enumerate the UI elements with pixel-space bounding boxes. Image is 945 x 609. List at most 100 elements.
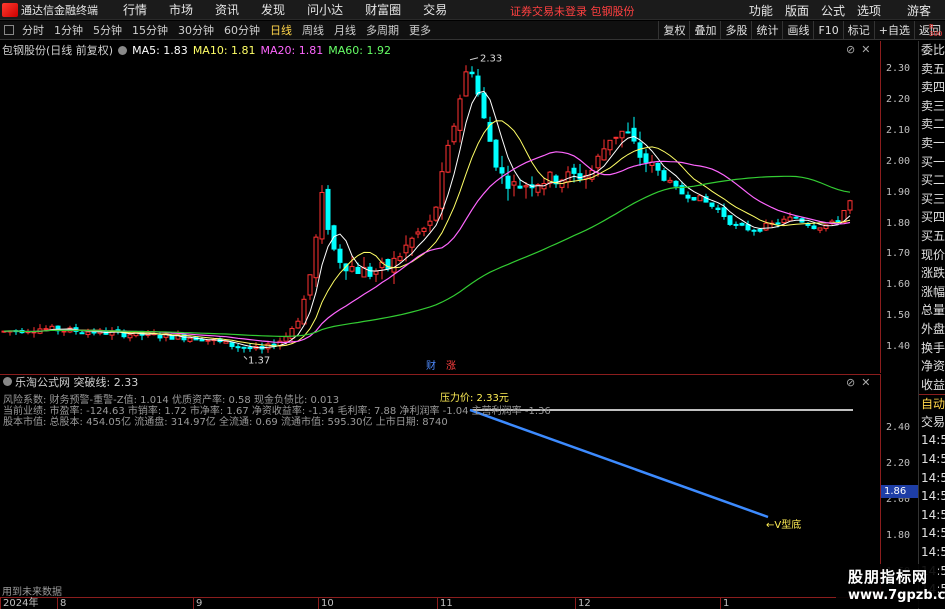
period-weekly[interactable]: 周线: [297, 22, 329, 38]
menu-wealth[interactable]: 财富圈: [354, 1, 412, 18]
login-notice[interactable]: 证券交易未登录 包钢股份: [510, 3, 635, 19]
sidebar-item[interactable]: 卖二: [919, 115, 945, 134]
candle-body: [337, 248, 343, 263]
candle-body: [409, 237, 415, 248]
candle-body: [763, 222, 769, 231]
main-candlestick-chart[interactable]: 2.33 1.37 财涨: [0, 41, 880, 373]
sidebar-item[interactable]: 14:56: [919, 487, 945, 506]
overlay-button[interactable]: 叠加: [689, 21, 720, 40]
price-axis: 2.30 2.20 2.10 2.00 1.90 1.80 1.70 1.60 1.50 1.40: [880, 41, 918, 373]
sidebar-item[interactable]: 卖三: [919, 97, 945, 116]
candle-body: [817, 227, 823, 231]
sidebar-item[interactable]: 买三: [919, 190, 945, 209]
sidebar-item[interactable]: 14:56: [919, 450, 945, 469]
sidebar-item[interactable]: 卖一: [919, 134, 945, 153]
candle-body: [481, 92, 487, 119]
candle-body: [325, 188, 331, 230]
period-intraday[interactable]: 分时: [17, 22, 49, 38]
guest-login[interactable]: 游客: [901, 2, 937, 19]
candle-body: [757, 228, 763, 232]
sidebar-item[interactable]: 自动: [919, 394, 945, 413]
sidebar-item[interactable]: 14:56: [919, 469, 945, 488]
candle-body: [847, 200, 853, 211]
period-more[interactable]: 更多: [404, 22, 436, 38]
menu-ask[interactable]: 问小达: [296, 1, 354, 18]
candle-body: [319, 191, 325, 240]
period-1min[interactable]: 1分钟: [49, 22, 88, 38]
candle-body: [643, 153, 649, 163]
sidebar-item[interactable]: 14:56: [919, 506, 945, 525]
sidebar-item[interactable]: 交易: [919, 413, 945, 432]
candle-body: [313, 236, 319, 279]
f10-button[interactable]: F10: [813, 21, 842, 40]
sidebar-item[interactable]: 外盘: [919, 320, 945, 339]
sidebar-item[interactable]: 收益: [919, 376, 945, 395]
sub-expand-icon[interactable]: ⊘: [846, 376, 855, 389]
menu-market[interactable]: 市场: [158, 1, 204, 18]
candle-body: [391, 257, 397, 273]
candle-body: [463, 71, 469, 97]
period-30min[interactable]: 30分钟: [173, 22, 219, 38]
candle-body: [307, 274, 313, 296]
candle-body: [685, 194, 691, 199]
grid-icon[interactable]: [4, 25, 14, 35]
menu-quotes[interactable]: 行情: [112, 1, 158, 18]
menu-function[interactable]: 功能: [743, 2, 779, 19]
app-logo-icon: [2, 2, 18, 17]
sidebar-item[interactable]: 卖五: [919, 60, 945, 79]
date-tick: 8: [57, 598, 66, 609]
sidebar-item[interactable]: 总量: [919, 301, 945, 320]
price-tick: 2.20: [886, 93, 911, 105]
period-5min[interactable]: 5分钟: [88, 22, 127, 38]
menu-discover[interactable]: 发现: [250, 1, 296, 18]
chart-toolbar: 复权 叠加 多股 统计 画线 F10 标记 +自选 返回: [658, 21, 945, 40]
candle-body: [739, 222, 745, 226]
candle-body: [289, 328, 295, 339]
sidebar-item[interactable]: 现价: [919, 246, 945, 265]
sidebar-item[interactable]: 买一: [919, 153, 945, 172]
candle-body: [595, 155, 601, 169]
sidebar-item[interactable]: 委比: [919, 41, 945, 60]
candle-body: [565, 171, 571, 183]
sidebar-item[interactable]: 14:56: [919, 543, 945, 562]
menu-layout[interactable]: 版面: [779, 2, 815, 19]
sidebar-item[interactable]: 换手: [919, 339, 945, 358]
mark-button[interactable]: 标记: [842, 21, 874, 40]
price-tick: 2.00: [886, 155, 911, 167]
candle-body: [811, 225, 817, 230]
draw-button[interactable]: 画线: [782, 21, 813, 40]
sub-close-icon[interactable]: ✕: [861, 376, 870, 389]
period-multi[interactable]: 多周期: [361, 22, 404, 38]
sidebar-item[interactable]: 涨跌: [919, 264, 945, 283]
menu-formula[interactable]: 公式: [815, 2, 851, 19]
sidebar-item[interactable]: 卖四: [919, 78, 945, 97]
menu-news[interactable]: 资讯: [204, 1, 250, 18]
menu-trade[interactable]: 交易: [412, 1, 458, 18]
add-watchlist-button[interactable]: +自选: [873, 21, 914, 40]
period-60min[interactable]: 60分钟: [219, 22, 265, 38]
ma20-line: [3, 151, 851, 344]
period-15min[interactable]: 15分钟: [127, 22, 173, 38]
sidebar-item[interactable]: 14:56: [919, 524, 945, 543]
low-marker-line: [243, 356, 248, 360]
sidebar-item[interactable]: 买二: [919, 171, 945, 190]
period-daily[interactable]: 日线: [265, 22, 297, 38]
adjust-button[interactable]: 复权: [658, 21, 689, 40]
sidebar-item[interactable]: 买四: [919, 208, 945, 227]
menu-options[interactable]: 选项: [851, 2, 887, 19]
future-data-note: 用到未来数据: [2, 587, 62, 598]
ma10-line: [3, 120, 851, 347]
sidebar-item[interactable]: 净资: [919, 357, 945, 376]
sidebar-item[interactable]: 14:56: [919, 431, 945, 450]
stats-button[interactable]: 统计: [751, 21, 782, 40]
sidebar-item[interactable]: 买五: [919, 227, 945, 246]
sidebar-item[interactable]: 涨幅: [919, 283, 945, 302]
low-marker-label: 1.37: [248, 355, 270, 366]
price-tick: 1.80: [886, 217, 911, 229]
candle-body: [715, 207, 721, 211]
period-monthly[interactable]: 月线: [329, 22, 361, 38]
sub-settings-dot-icon[interactable]: [3, 377, 12, 386]
candle-body: [427, 220, 433, 226]
sub-chart-header: 乐淘公式网 突破线: 2.33: [0, 374, 880, 389]
multi-stock-button[interactable]: 多股: [720, 21, 751, 40]
